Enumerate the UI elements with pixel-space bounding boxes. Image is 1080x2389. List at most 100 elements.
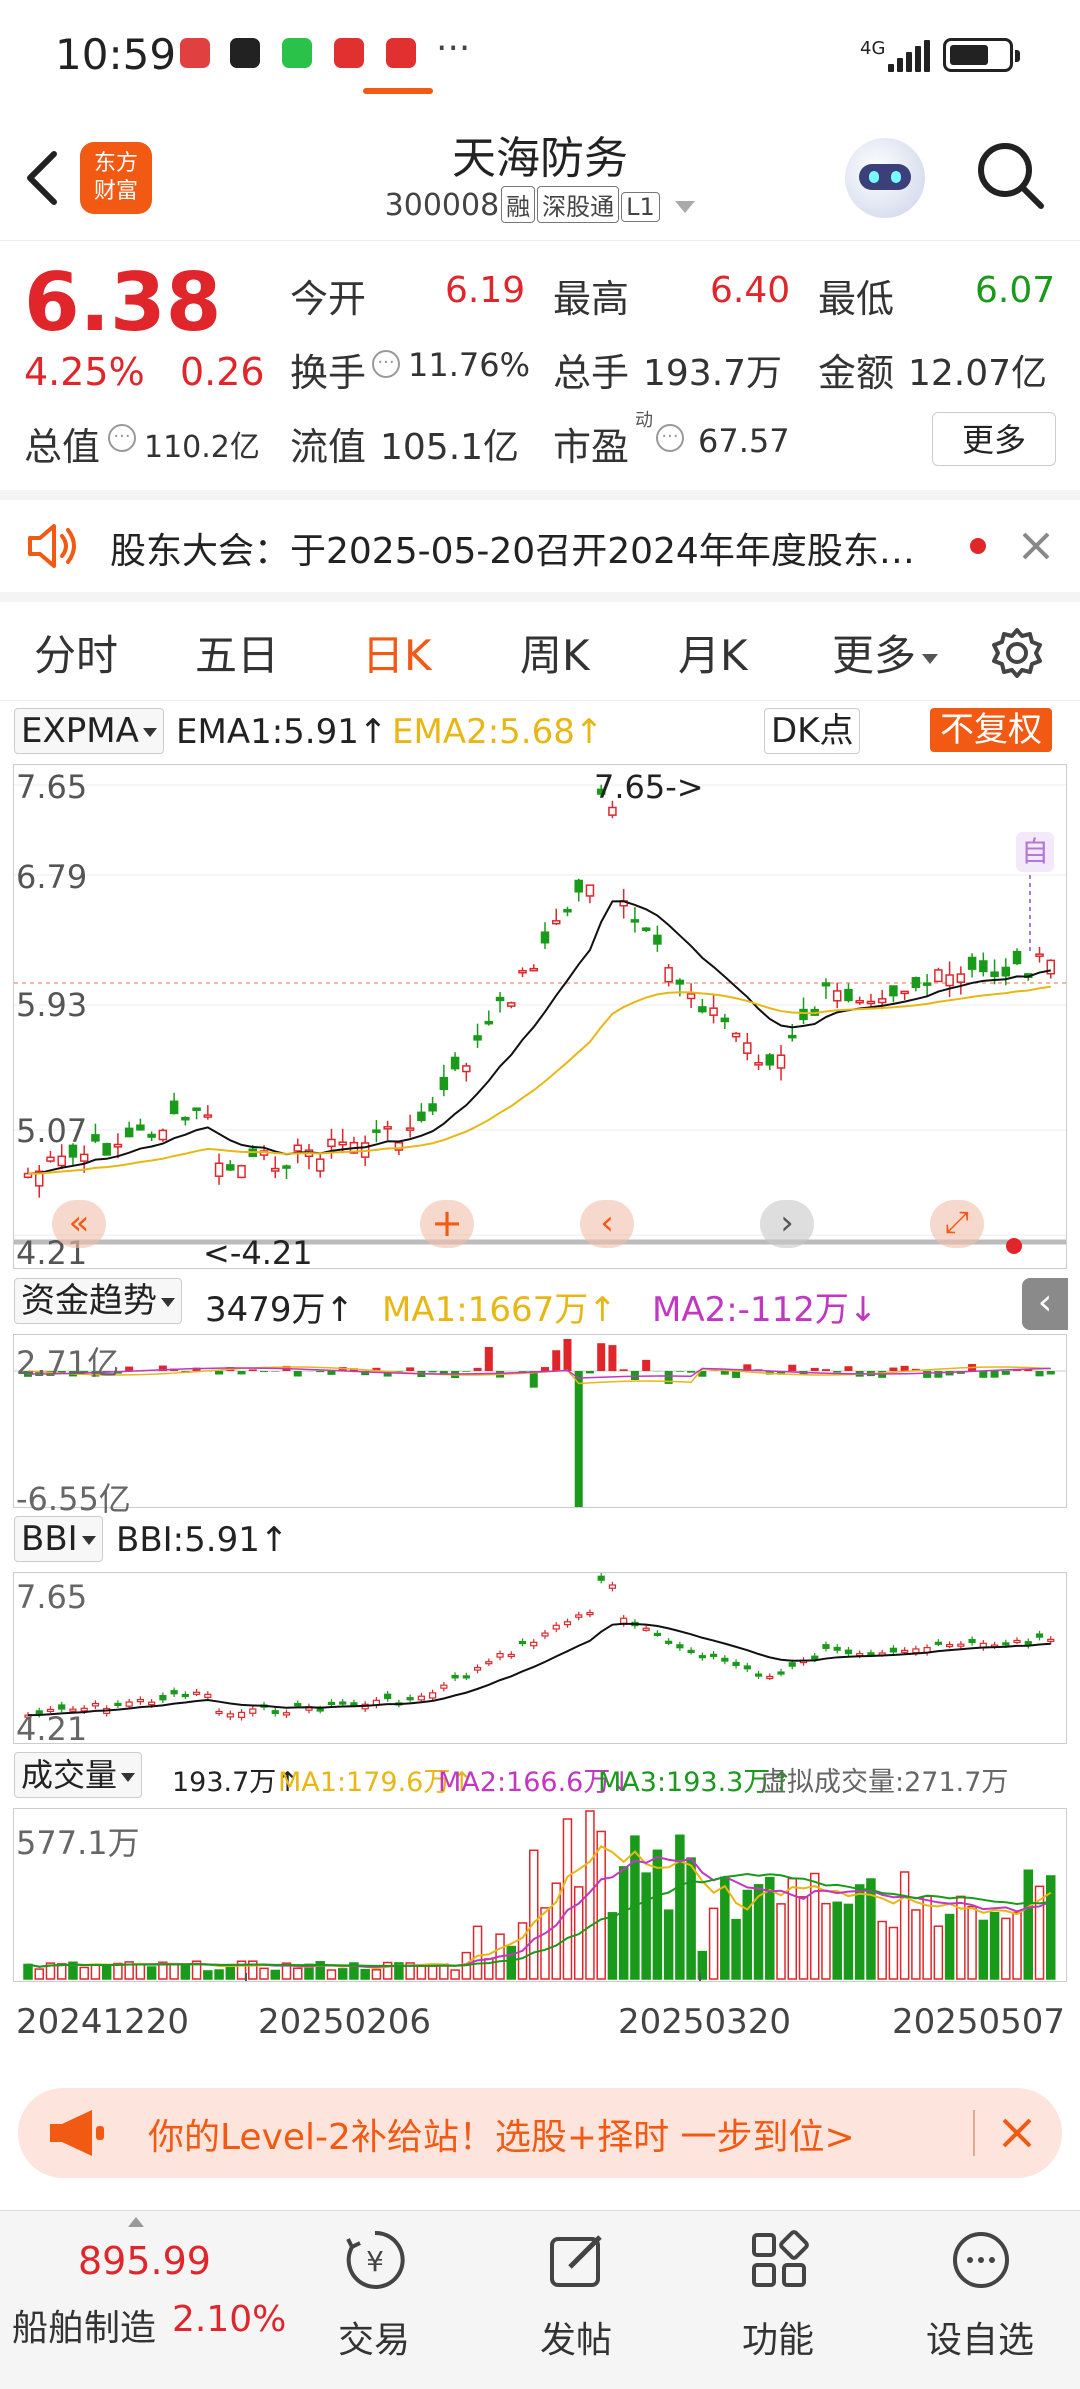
volume-bar (80, 1967, 88, 1979)
nav-trade[interactable]: ¥ 交易 (294, 2211, 454, 2389)
bbi-candle (216, 1711, 222, 1713)
info-icon[interactable]: ··· (108, 424, 136, 452)
tab-monthly-k[interactable]: 月K (678, 622, 748, 683)
notice-bar[interactable]: 股东大会：于2025-05-20召开2024年年度股东… (0, 500, 1080, 602)
crosshair-icon[interactable]: + (420, 1200, 474, 1248)
candle-body (575, 880, 582, 891)
bbi-candle (115, 1703, 121, 1705)
candle-body (609, 808, 616, 816)
nav-post[interactable]: 发帖 (496, 2211, 656, 2389)
candle-body (924, 983, 931, 985)
volume-bar (991, 1913, 999, 1979)
capital-bar (327, 1371, 335, 1375)
tab-more[interactable]: 更多 (832, 622, 938, 683)
info-icon[interactable]: ··· (372, 350, 400, 378)
volume-bar (946, 1915, 954, 1979)
bbi-candle (621, 1618, 627, 1623)
volume-bar (372, 1970, 380, 1979)
previous-icon[interactable]: ‹ (580, 1200, 634, 1248)
scroll-left-icon[interactable]: « (52, 1200, 106, 1248)
nav-functions[interactable]: 功能 (698, 2211, 858, 2389)
volume-ma2-value: MA2:166.6万 (438, 1767, 610, 1798)
capital-indicator-select[interactable]: 资金趋势 (14, 1278, 182, 1324)
kline-indicator-label: EXPMA (21, 711, 139, 751)
bbi-candle (92, 1704, 98, 1706)
bbi-indicator-select[interactable]: BBI (14, 1516, 103, 1562)
bbi-candle (789, 1663, 795, 1666)
capital-bar (822, 1369, 830, 1371)
assistant-robot-icon[interactable] (845, 138, 925, 218)
settings-gear-icon[interactable] (990, 626, 1044, 680)
float-cap-value: 105.1亿 (380, 418, 519, 470)
capital-bar (215, 1371, 223, 1374)
bbi-candle (812, 1656, 818, 1659)
candle-body (171, 1101, 178, 1113)
tab-weekly-k[interactable]: 周K (520, 622, 590, 683)
candle-body (991, 972, 998, 976)
bbi-candle (1003, 1643, 1009, 1645)
bbi-candle (508, 1654, 514, 1656)
bottom-nav: 895.99 船舶制造 2.10% ¥ 交易 发帖 功能 设自选 (0, 2210, 1080, 2389)
kline-indicator-select[interactable]: EXPMA (14, 708, 164, 754)
candle-body (890, 986, 897, 996)
capital-chart[interactable] (13, 1334, 1067, 1508)
volume-value: 193.7万 (643, 344, 782, 396)
volume-bar (429, 1966, 437, 1979)
dk-label: DK点 (771, 711, 853, 751)
tab-five-day[interactable]: 五日 (195, 622, 279, 683)
nav-add-watchlist[interactable]: 设自选 (900, 2211, 1060, 2389)
expand-icon[interactable]: ⤢ (930, 1200, 984, 1248)
nav-add-watchlist-label: 设自选 (900, 2311, 1060, 2363)
close-icon[interactable] (1020, 530, 1052, 562)
volume-chart[interactable] (13, 1808, 1067, 1982)
bbi-candle (756, 1674, 762, 1676)
bbi-candle (576, 1615, 582, 1617)
volume-bar (676, 1835, 684, 1979)
candle-body (47, 1157, 54, 1161)
candle-body (204, 1115, 211, 1117)
candle-body (216, 1163, 223, 1176)
level2-promo-banner[interactable]: 你的Level-2补给站！选股+择时 一步到位> (18, 2088, 1062, 2178)
next-icon[interactable]: › (760, 1200, 814, 1248)
bbi-plot (14, 1573, 1067, 1744)
capital-bar (620, 1369, 628, 1371)
kline-chart[interactable] (13, 764, 1067, 1269)
svg-text:¥: ¥ (366, 2245, 384, 2278)
bbi-candle (553, 1625, 559, 1629)
pe-value: 67.57 (698, 422, 790, 460)
price-axis-label: 7.65 (16, 768, 87, 806)
search-icon[interactable] (975, 140, 1045, 210)
volume-bar (642, 1873, 650, 1979)
bbi-candle (969, 1640, 975, 1643)
volume-indicator-select[interactable]: 成交量 (14, 1752, 142, 1798)
bbi-chart[interactable] (13, 1572, 1067, 1744)
adjust-mode-button[interactable]: 不复权 (930, 708, 1052, 752)
virtual-volume: 虚拟成交量:271.7万 (760, 1760, 1008, 1799)
tab-daily-k[interactable]: 日K (362, 622, 432, 683)
candlestick-plot[interactable] (14, 765, 1067, 1269)
sector-index-widget[interactable]: 895.99 船舶制造 2.10% (0, 2211, 300, 2389)
capital-bar (563, 1339, 571, 1371)
close-icon[interactable] (1000, 2116, 1034, 2150)
tab-intraday[interactable]: 分时 (34, 622, 118, 683)
info-icon[interactable]: ··· (656, 424, 684, 452)
volume-bar (608, 1913, 616, 1979)
capital-bar (485, 1347, 493, 1371)
candle-body (283, 1166, 290, 1168)
capital-value: 3479万 (205, 1290, 326, 1330)
candle-body (373, 1130, 380, 1132)
bbi-candle (160, 1696, 166, 1700)
volume-bar (844, 1904, 852, 1979)
candle-body (58, 1156, 65, 1165)
volume-bar (530, 1850, 538, 1979)
collapse-panel-icon[interactable]: ‹ (1022, 1278, 1068, 1330)
volume-bar (541, 1908, 549, 1979)
bbi-candle (935, 1642, 941, 1644)
more-quote-button[interactable]: 更多 (932, 412, 1056, 466)
self-select-tag[interactable]: 自 (1016, 832, 1054, 872)
event-dot (1006, 1238, 1022, 1254)
candle-body (328, 1139, 335, 1146)
volume-bar (777, 1904, 785, 1979)
bbi-candle (194, 1692, 200, 1694)
dk-point-button[interactable]: DK点 (764, 708, 860, 754)
